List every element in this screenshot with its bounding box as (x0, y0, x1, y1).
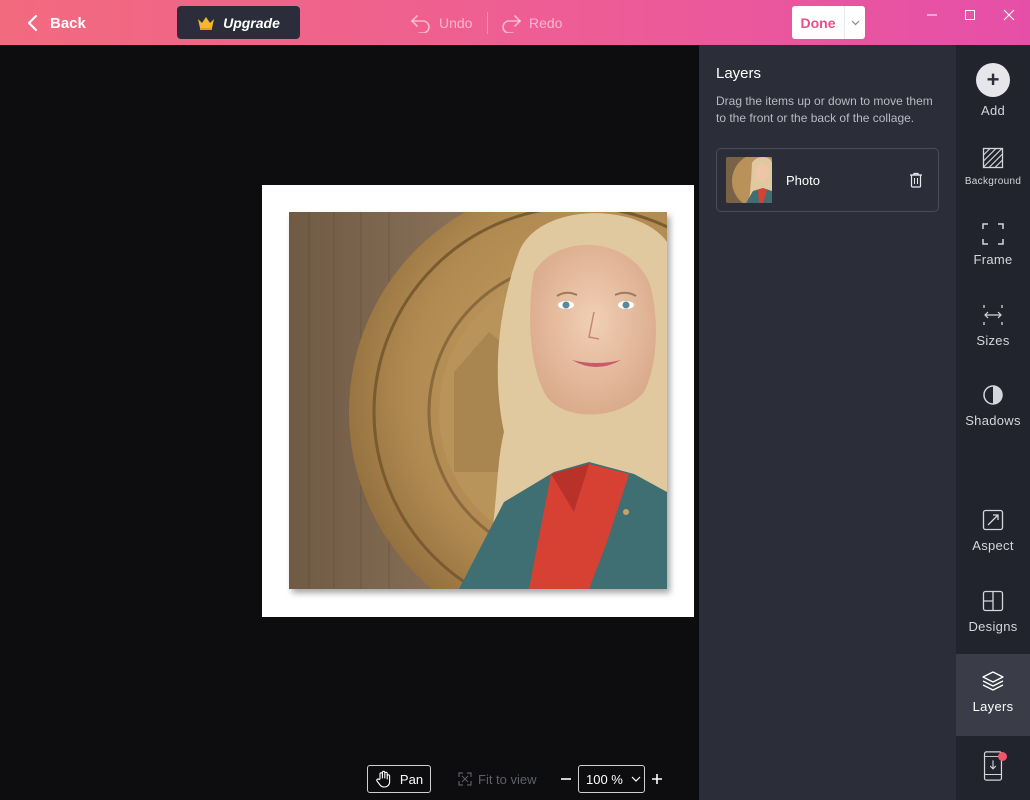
rail-item-label: Layers (972, 699, 1014, 714)
canvas-area[interactable]: Pan Fit to view 100 % (0, 45, 699, 800)
rail-item-layers[interactable]: Layers (956, 654, 1030, 736)
chevron-down-icon (851, 20, 859, 25)
rail-item-label: Background (964, 176, 1022, 187)
plus-icon: + (976, 63, 1010, 97)
right-toolbar: + Add Background Frame Sizes Shadows Asp… (956, 45, 1030, 800)
minimize-icon (927, 14, 937, 16)
done-dropdown-button[interactable] (844, 6, 865, 39)
delete-layer-button[interactable] (909, 172, 923, 188)
rail-item-mobile-download[interactable] (956, 749, 1030, 783)
back-button[interactable]: Back (26, 12, 86, 34)
rail-item-label: Shadows (965, 413, 1021, 428)
chevron-left-icon (27, 14, 38, 32)
back-label: Back (50, 14, 86, 32)
minimize-button[interactable] (913, 0, 951, 30)
portrait-photo-image (289, 212, 667, 589)
pan-label: Pan (399, 771, 424, 787)
zoom-out-button[interactable] (558, 765, 574, 793)
zoom-in-button[interactable] (649, 765, 665, 793)
close-button[interactable] (990, 0, 1028, 30)
sizes-icon (981, 303, 1005, 327)
fit-to-view-icon (458, 772, 472, 786)
redo-label: Redo (529, 15, 563, 31)
rail-item-label: Frame (973, 252, 1013, 267)
layer-thumbnail-image (726, 157, 772, 203)
history-divider (487, 12, 488, 34)
plus-icon (652, 774, 662, 784)
layers-panel: Layers Drag the items up or down to move… (699, 45, 956, 800)
trash-icon (910, 172, 922, 188)
panel-title: Layers (716, 65, 762, 82)
rail-item-frame[interactable]: Frame (956, 222, 1030, 267)
collage-photo[interactable] (289, 212, 667, 589)
crown-icon (198, 16, 215, 30)
canvas-toolbar: Pan Fit to view 100 % (0, 765, 699, 800)
rail-item-label: Sizes (976, 333, 1010, 348)
upgrade-button[interactable]: Upgrade (177, 6, 300, 39)
chevron-down-icon (631, 776, 641, 782)
grid-icon (981, 589, 1005, 613)
frame-corners-icon (981, 222, 1005, 246)
rail-item-shadows[interactable]: Shadows (956, 383, 1030, 428)
close-icon (1003, 9, 1015, 21)
rail-item-label: Designs (968, 619, 1018, 634)
rail-item-aspect[interactable]: Aspect (956, 508, 1030, 553)
done-split-button: Done (792, 6, 865, 39)
fit-to-view-button[interactable]: Fit to view (458, 765, 537, 793)
layer-item[interactable]: Photo (716, 148, 939, 212)
layer-thumbnail (726, 157, 772, 203)
done-button[interactable]: Done (792, 6, 844, 39)
zoom-level-dropdown[interactable]: 100 % (578, 765, 645, 793)
rail-item-background[interactable]: Background (956, 146, 1030, 187)
upgrade-label: Upgrade (223, 14, 280, 31)
redo-button[interactable]: Redo (500, 12, 562, 34)
minus-icon (561, 778, 571, 780)
collage-canvas[interactable] (262, 185, 694, 617)
layer-name: Photo (786, 172, 820, 188)
zoom-level-value: 100 % (586, 771, 623, 787)
hatch-icon (981, 146, 1005, 170)
aspect-icon (981, 508, 1005, 532)
redo-icon (502, 15, 521, 33)
notification-dot (998, 752, 1007, 761)
rail-item-label: Aspect (972, 538, 1014, 553)
rail-item-add[interactable]: + Add (956, 63, 1030, 118)
undo-button[interactable]: Undo (410, 12, 472, 34)
hand-icon (376, 770, 391, 788)
maximize-icon (965, 10, 975, 20)
rail-item-designs[interactable]: Designs (956, 589, 1030, 634)
rail-item-label: Add (980, 103, 1006, 118)
top-bar: Back Upgrade Undo Redo Done (0, 0, 1030, 45)
half-circle-icon (981, 383, 1005, 407)
fit-to-view-label: Fit to view (478, 771, 537, 787)
maximize-button[interactable] (951, 0, 989, 30)
undo-label: Undo (439, 15, 473, 31)
panel-description: Drag the items up or down to move them t… (716, 94, 933, 125)
pan-button[interactable]: Pan (367, 765, 431, 793)
rail-item-sizes[interactable]: Sizes (956, 303, 1030, 348)
undo-icon (411, 15, 430, 33)
layers-icon (981, 669, 1005, 693)
